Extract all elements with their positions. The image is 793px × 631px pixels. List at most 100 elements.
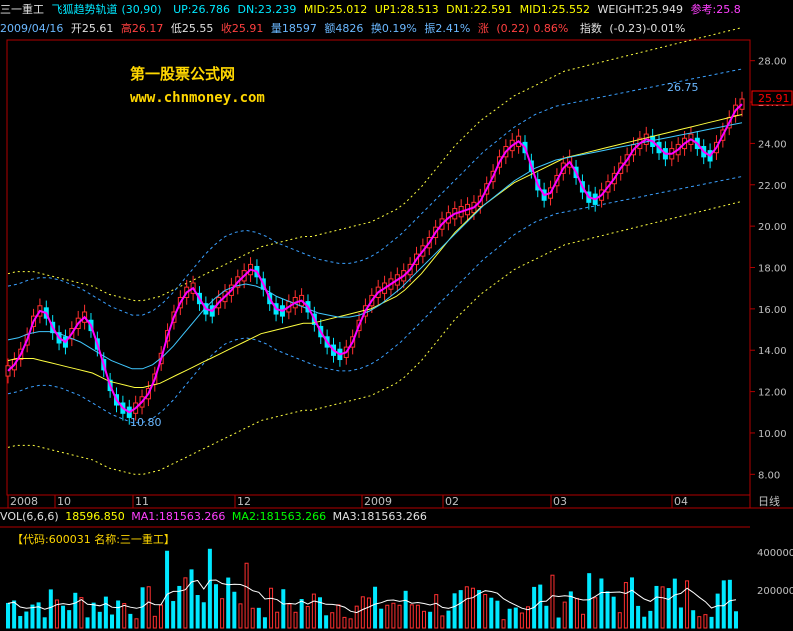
volume-bar (85, 617, 90, 629)
y-axis-ticks: 28.0026.0024.0022.0020.0018.0016.0014.00… (750, 57, 787, 481)
dn-value: DN:23.239 (237, 3, 297, 16)
volume-bar (428, 611, 433, 629)
volume-bar (220, 598, 225, 629)
vol-tick-label: 400000 (757, 548, 793, 559)
volume-axis: 400000 200000 (757, 548, 793, 597)
dn1-value: DN1:22.591 (446, 3, 513, 16)
period-label[interactable]: 日线 (758, 494, 780, 508)
volume-bar (128, 613, 133, 629)
volume-bar (189, 569, 194, 629)
x-tick-label: 10 (57, 495, 71, 508)
volume-bar (611, 596, 616, 629)
volume-bar (630, 577, 634, 629)
volume-bar (324, 615, 329, 629)
volume-bar (6, 602, 10, 629)
volume-bar (715, 593, 720, 629)
volume-bar (544, 605, 549, 629)
y-tick-label: 28.00 (758, 57, 787, 68)
blue-lower-band (7, 176, 743, 424)
volume-bar (79, 597, 84, 629)
y-tick-label: 22.00 (758, 181, 787, 192)
volume-bar (330, 612, 335, 629)
volume-bar (672, 578, 677, 629)
volume-bar (42, 617, 47, 629)
volume-bar (678, 607, 683, 629)
volume-bar (734, 611, 738, 629)
volume-bar (336, 604, 341, 629)
vol-ma1: MA1:181563.266 (131, 510, 226, 523)
volume-bar (165, 550, 170, 629)
main-trend-line (7, 103, 743, 414)
annotation-low: 10.80 (130, 416, 162, 429)
volume-bar (226, 577, 231, 629)
volume-bar (152, 615, 157, 629)
volume-bar (415, 604, 420, 629)
up1-value: UP1:28.513 (374, 3, 439, 16)
volume-bar (146, 586, 151, 629)
volume-bar (666, 588, 671, 629)
volume-bar (171, 601, 176, 629)
volume-bars (6, 548, 738, 629)
volume-bar (110, 614, 114, 629)
volume-bar (587, 573, 592, 629)
volume-bar (73, 592, 78, 629)
volume-bar (636, 605, 641, 629)
volume-bar (599, 578, 604, 629)
volume-bar (477, 590, 482, 629)
volume-bar (660, 586, 665, 629)
volume-bar (403, 590, 408, 629)
vol-name: VOL(6,6,6) (0, 510, 59, 523)
volume-bar (269, 587, 274, 629)
stock-name: 三一重工 (0, 3, 44, 16)
volume-bar (158, 604, 163, 629)
volume-bar (238, 603, 243, 629)
quote-high: 高26.17 (120, 22, 164, 35)
volume-bar (691, 610, 696, 629)
ref-value: 参考:25.8 (690, 3, 741, 16)
volume-bar (103, 596, 108, 629)
volume-bar (556, 617, 561, 629)
volume-bar (18, 616, 23, 629)
volume-bar (311, 593, 316, 629)
yellow-lower-band (7, 200, 743, 475)
vol-value: 18596.850 (65, 510, 125, 523)
volume-bar (305, 606, 310, 629)
volume-bar (617, 612, 622, 629)
quote-change: 涨 (0.22) 0.86% (477, 22, 569, 35)
x-axis-ticks: 2008 10 11 12 2009 02 03 04 (7, 495, 688, 508)
volume-bar (574, 597, 579, 629)
quote-amount: 额4826 (324, 22, 364, 35)
annotation-high: 26.75 (667, 81, 699, 94)
volume-bar (519, 612, 524, 629)
volume-bar (134, 618, 139, 629)
quote-index: 指数 (-0.23)-0.01% (579, 22, 686, 35)
volume-bar (697, 616, 702, 629)
volume-bar (513, 607, 518, 629)
volume-bar (91, 602, 96, 629)
volume-bar (385, 604, 390, 629)
volume-bar (232, 591, 237, 629)
volume-bar (122, 603, 127, 629)
up-value: UP:26.786 (173, 3, 230, 16)
volume-bar (61, 605, 66, 629)
volume-bar (373, 586, 378, 629)
volume-bar (495, 600, 500, 629)
blue-mid-line (7, 122, 743, 370)
quote-close: 收25.91 (220, 22, 264, 35)
volume-bar (201, 602, 206, 629)
y-tick-label: 12.00 (758, 388, 787, 399)
volume-bar (727, 579, 732, 629)
volume-bar (550, 574, 555, 629)
yellow-mid-line (7, 114, 743, 388)
vol-ma3: MA3:181563.266 (332, 510, 427, 523)
vol-tick-label: 200000 (757, 586, 793, 597)
volume-bar (366, 597, 371, 629)
volume-bar (648, 610, 653, 629)
y-tick-label: 20.00 (758, 222, 787, 233)
volume-bar (642, 616, 647, 629)
volume-bar (501, 619, 506, 629)
quote-bar: 2009/04/16 开25.61 高26.17 低25.55 收25.91 量… (0, 20, 693, 38)
volume-bar (281, 589, 286, 629)
x-tick-label: 04 (674, 495, 688, 508)
volume-bar (464, 586, 469, 629)
